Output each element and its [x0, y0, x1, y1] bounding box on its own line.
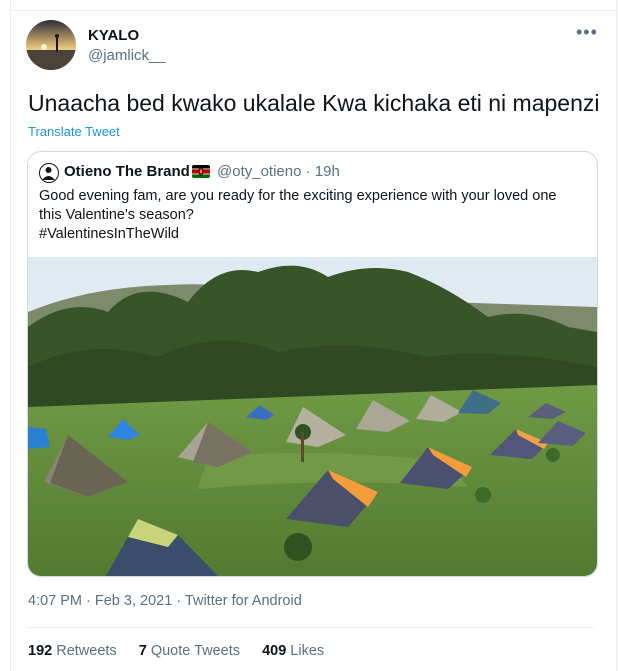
- tweet-date[interactable]: Feb 3, 2021: [95, 593, 172, 609]
- meta-separator: ·: [172, 593, 185, 609]
- retweets-stat[interactable]: 192 Retweets: [28, 643, 117, 659]
- author-avatar[interactable]: [26, 20, 76, 70]
- quoted-author-avatar: [39, 163, 59, 183]
- quoted-time: 19h: [314, 163, 340, 180]
- author-name[interactable]: KYALO: [88, 27, 139, 44]
- quoted-text-line: Good evening fam, are you ready for the …: [39, 188, 557, 204]
- tweet-meta: 4:07 PM · Feb 3, 2021 · Twitter for Andr…: [28, 593, 302, 609]
- quoted-text-line: this Valentine's season?: [39, 207, 194, 223]
- quote-tweets-label: Quote Tweets: [150, 643, 241, 659]
- tweet-source[interactable]: Twitter for Android: [185, 593, 302, 609]
- translate-tweet-link[interactable]: Translate Tweet: [28, 124, 120, 139]
- kenya-flag-icon: [192, 165, 210, 178]
- likes-count: 409: [262, 643, 287, 659]
- quoted-author-handle: @oty_otieno: [217, 163, 302, 180]
- top-divider: [10, 10, 616, 11]
- likes-stat[interactable]: 409 Likes: [262, 643, 324, 659]
- quoted-separator: ·: [301, 163, 315, 180]
- more-horizontal-icon[interactable]: •••: [576, 22, 598, 43]
- tweet-text: Unaacha bed kwako ukalale Kwa kichaka et…: [28, 90, 600, 116]
- likes-label: Likes: [290, 643, 325, 659]
- stats-divider: [28, 627, 594, 628]
- quote-tweets-stat[interactable]: 7 Quote Tweets: [139, 643, 240, 659]
- tweet-time[interactable]: 4:07 PM: [28, 593, 82, 609]
- quoted-author-name: Otieno The Brand: [64, 163, 190, 180]
- tweet-stats: 192 Retweets 7 Quote Tweets 409 Likes: [28, 643, 342, 659]
- quoted-tweet[interactable]: Otieno The Brand @oty_otieno · 19h Good …: [27, 151, 598, 577]
- quoted-text-line: #ValentinesInTheWild: [39, 226, 179, 242]
- quoted-text: Good evening fam, are you ready for the …: [39, 187, 589, 244]
- quote-tweets-count: 7: [138, 643, 147, 659]
- author-handle[interactable]: @jamlick__: [88, 47, 166, 64]
- retweets-count: 192: [28, 643, 53, 659]
- quoted-author-meta: @oty_otieno · 19h: [217, 163, 340, 180]
- campsite-photo[interactable]: [28, 257, 597, 576]
- meta-separator: ·: [82, 593, 95, 609]
- retweets-label: Retweets: [56, 643, 117, 659]
